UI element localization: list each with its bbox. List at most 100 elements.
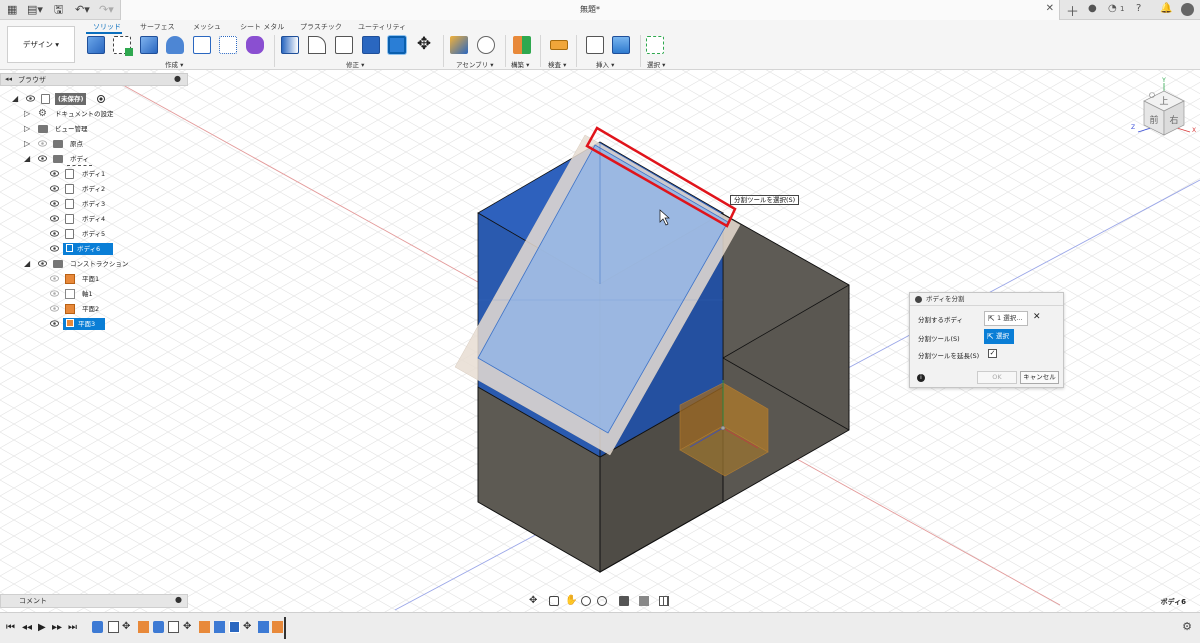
select-group-label[interactable]: 選択 ▾ [647, 59, 665, 69]
visibility-eye-icon[interactable] [50, 200, 59, 207]
timeline-sketch-icon[interactable] [108, 621, 119, 633]
panel-options-icon[interactable]: ● [174, 74, 181, 83]
timeline-move-icon[interactable]: ✥ [122, 621, 133, 633]
move-copy-icon[interactable]: ✥ [415, 36, 433, 54]
insert-group-label[interactable]: 挿入 ▾ [596, 59, 614, 69]
zoom-icon[interactable] [581, 596, 591, 606]
visibility-eye-icon[interactable] [50, 305, 59, 312]
timeline-split-icon[interactable] [229, 621, 240, 633]
visibility-eye-icon[interactable] [50, 215, 59, 222]
timeline-plane-icon[interactable] [199, 621, 210, 633]
timeline-sketch-icon[interactable] [168, 621, 179, 633]
visibility-eye-icon[interactable] [38, 155, 47, 162]
close-tab-icon[interactable]: ✕ [1046, 3, 1054, 14]
timeline-extrude-icon[interactable] [92, 621, 103, 633]
ok-button[interactable]: OK [977, 371, 1017, 384]
visibility-eye-icon[interactable] [38, 260, 47, 267]
go-to-end-icon[interactable]: ⏭ [68, 622, 77, 634]
collapsed-arrow-icon[interactable]: ▷ [24, 110, 30, 118]
cancel-button[interactable]: キャンセル [1020, 371, 1059, 384]
modify-group-label[interactable]: 修正 ▾ [346, 59, 364, 69]
inspect-group-label[interactable]: 検査 ▾ [548, 59, 566, 69]
expand-arrow-icon[interactable]: ◢ [24, 155, 30, 163]
tab-solid[interactable]: ソリッド [93, 22, 121, 32]
visibility-eye-icon[interactable] [50, 275, 59, 282]
visual-style-icon[interactable] [639, 596, 649, 606]
save-icon[interactable]: 🖫 [54, 3, 63, 17]
step-back-icon[interactable]: ◂◂ [22, 622, 32, 634]
timeline-plane-icon[interactable] [272, 621, 283, 633]
redo-icon[interactable]: ↷▾ [99, 3, 114, 17]
browser-panel-header[interactable]: ◂◂ ブラウザ ● [0, 73, 188, 86]
joint-icon[interactable] [477, 36, 495, 54]
viewcube-top-label[interactable]: 上 [1159, 96, 1168, 107]
offset-plane-icon[interactable] [513, 36, 531, 54]
timeline-move-icon[interactable]: ✥ [243, 621, 254, 633]
play-icon[interactable]: ▶ [38, 622, 46, 634]
tree-item-origin[interactable]: ▷ 原点 [0, 138, 190, 150]
timeline-combine-icon[interactable] [214, 621, 225, 633]
extrude-icon[interactable] [140, 36, 158, 54]
dialog-header[interactable]: ボディを分割 [910, 293, 1063, 306]
tab-mesh[interactable]: メッシュ [193, 22, 221, 32]
tree-root[interactable]: ◢ (未保存) [0, 93, 190, 105]
press-pull-icon[interactable] [281, 36, 299, 54]
tree-item-body6[interactable]: ボディ6 [0, 243, 190, 255]
collapsed-arrow-icon[interactable]: ▷ [24, 140, 30, 148]
collapsed-arrow-icon[interactable]: ▷ [24, 125, 30, 133]
visibility-eye-icon[interactable] [50, 320, 59, 327]
tree-item-body1[interactable]: ボディ1 [0, 168, 190, 180]
viewcube[interactable]: 上 前 右 Y X Z [1128, 77, 1198, 147]
tree-item-body5[interactable]: ボディ5 [0, 228, 190, 240]
chamfer-icon[interactable] [335, 36, 353, 54]
tab-plastic[interactable]: プラスチック [300, 22, 342, 32]
tree-item-construction[interactable]: ◢ コンストラクション [0, 258, 190, 270]
go-to-start-icon[interactable]: ⏮ [6, 622, 15, 634]
assemble-group-label[interactable]: アセンブリ ▾ [456, 59, 494, 69]
orbit-icon[interactable]: ✥ [529, 596, 539, 606]
undo-icon[interactable]: ↶▾ [75, 3, 90, 17]
timeline-settings-icon[interactable]: ⚙ [1182, 620, 1192, 633]
new-component-assembly-icon[interactable] [450, 36, 468, 54]
extend-tool-checkbox[interactable]: ✓ [988, 349, 997, 358]
look-at-icon[interactable] [549, 596, 559, 606]
insert-derive-icon[interactable] [586, 36, 604, 54]
workspace-switcher-button[interactable]: デザイン ▾ [7, 26, 75, 63]
notifications-icon[interactable]: 🔔 [1160, 3, 1172, 14]
display-settings-icon[interactable] [619, 596, 629, 606]
pan-hand-icon[interactable]: ✋ [565, 596, 577, 606]
visibility-eye-icon[interactable] [50, 245, 59, 252]
tree-item-plane3[interactable]: 平面3 [0, 318, 190, 330]
activate-radio-icon[interactable] [97, 95, 105, 103]
visibility-eye-icon[interactable] [26, 95, 35, 102]
new-tab-icon[interactable]: ＋ [1066, 1, 1079, 20]
file-menu-icon[interactable]: ▤▾ [27, 3, 43, 17]
timeline-split-icon[interactable] [258, 621, 269, 633]
rectangular-pattern-icon[interactable] [219, 36, 237, 54]
visibility-eye-icon[interactable] [50, 185, 59, 192]
insert-canvas-icon[interactable] [612, 36, 630, 54]
job-status-icon[interactable]: ◔ [1108, 3, 1117, 14]
grid-settings-icon[interactable] [659, 596, 669, 606]
viewcube-front-label[interactable]: 前 [1149, 114, 1158, 126]
visibility-eye-icon[interactable] [50, 290, 59, 297]
tree-item-document-settings[interactable]: ▷ ⚙ ドキュメントの設定 [0, 108, 190, 120]
revolve-icon[interactable] [166, 36, 184, 54]
expand-arrow-icon[interactable]: ◢ [24, 260, 30, 268]
tree-item-view-management[interactable]: ▷ ビュー管理 [0, 123, 190, 135]
visibility-eye-icon[interactable] [50, 230, 59, 237]
new-component-icon[interactable] [87, 36, 105, 54]
timeline-extrude-icon[interactable] [153, 621, 164, 633]
timeline-move-icon[interactable]: ✥ [183, 621, 194, 633]
visibility-eye-icon[interactable] [38, 140, 47, 147]
zoom-window-icon[interactable] [597, 596, 607, 606]
user-avatar-icon[interactable] [1181, 3, 1194, 16]
timeline-playhead[interactable] [284, 617, 286, 639]
tab-sheet-metal[interactable]: シート メタル [240, 22, 284, 32]
step-forward-icon[interactable]: ▸▸ [52, 622, 62, 634]
fillet-icon[interactable] [308, 36, 326, 54]
tree-item-body3[interactable]: ボディ3 [0, 198, 190, 210]
collapse-dialog-icon[interactable] [915, 296, 922, 303]
app-grid-icon[interactable]: ▦ [7, 3, 17, 17]
tab-surface[interactable]: サーフェス [140, 22, 175, 32]
